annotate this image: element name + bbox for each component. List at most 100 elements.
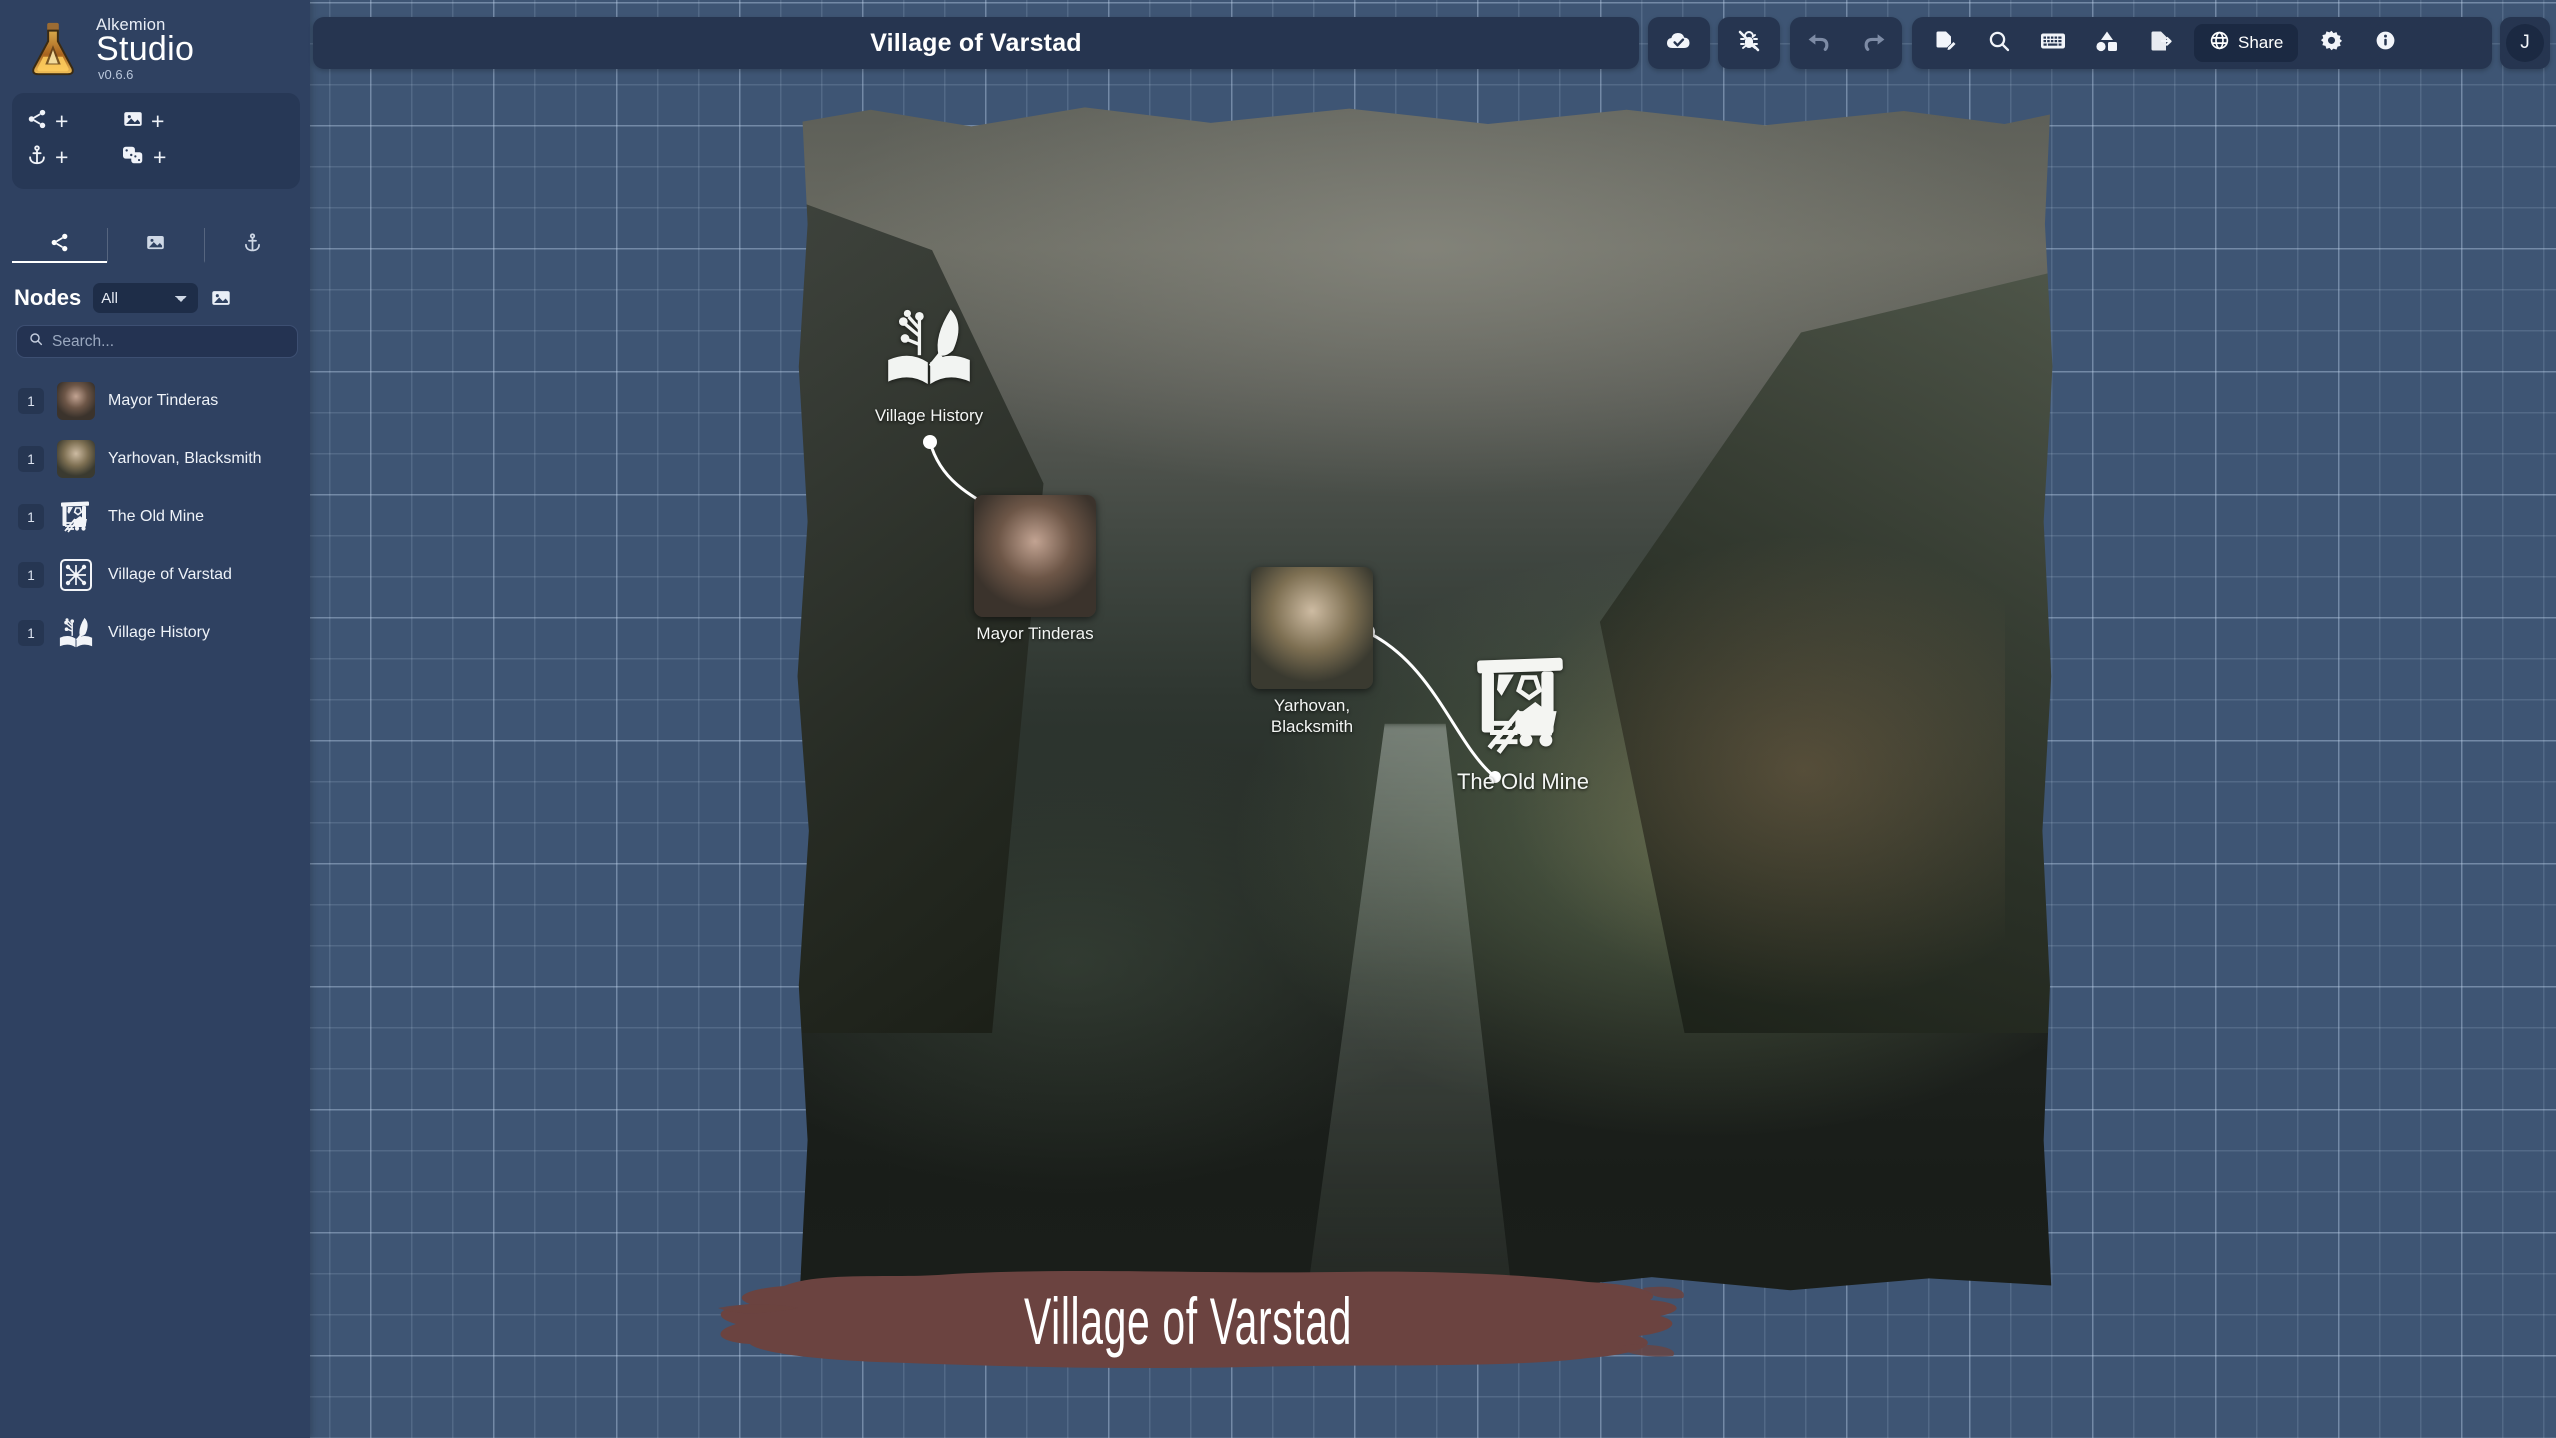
undo-icon [1806,28,1831,58]
map-node-label: Village History [874,406,984,425]
cloud-check-icon [1666,29,1692,58]
share-button[interactable]: Share [2194,24,2299,62]
image-icon [122,108,144,135]
toolbar-group-main: Share [1912,17,2492,69]
node-count-badge: 1 [18,504,44,530]
anchor-icon [26,144,48,171]
undo-button[interactable] [1790,17,1846,69]
list-item[interactable]: 1 Yarhovan, Blacksmith [0,430,310,488]
quick-add-image-plus: + [151,107,165,134]
mine-icon [57,498,95,536]
map-node-village-history[interactable]: Village History [839,302,1019,427]
quick-add-dice-button[interactable]: + [122,139,218,175]
alchemy-flask-icon [22,18,84,80]
graph-canvas[interactable]: Village History Mayor Tinderas Yarhovan,… [310,70,2556,1438]
nodes-header: Nodes All [14,281,300,315]
list-item[interactable]: 1 Village History [0,604,310,662]
portrait-mayor-icon [57,382,95,420]
tab-anchors[interactable] [203,228,300,263]
document-title: Village of Varstad [870,28,1082,57]
node-label: Village of Varstad [108,566,232,583]
quick-add-node-plus: + [55,107,69,134]
settings-button[interactable] [2304,17,2358,69]
node-list: 1 Mayor Tinderas 1 Yarhovan, Blacksmith … [0,372,310,662]
node-count-badge: 1 [18,620,44,646]
node-count-badge: 1 [18,446,44,472]
file-edit-icon [1933,29,1957,58]
portrait-blacksmith-icon [1251,567,1373,689]
globe-icon [2209,30,2230,56]
toolbar-group-cloud [1648,17,1710,69]
node-label: Village History [108,624,210,641]
share-button-label: Share [2238,33,2284,52]
bug-off-icon [1737,29,1761,58]
map-title-banner: Village of Varstad [688,1258,1688,1383]
edit-document-button[interactable] [1918,17,1972,69]
quick-add-node-button[interactable]: + [26,103,122,139]
quick-add-panel: + + + + [12,93,300,189]
list-item[interactable]: 1 The Old Mine [0,488,310,546]
map-node-old-mine[interactable]: The Old Mine [1423,653,1623,796]
portrait-mayor-icon [974,495,1096,617]
node-count-badge: 1 [18,388,44,414]
map-node-label: Mayor Tinderas [976,624,1094,643]
app-root: Alkemion Studio v0.6.6 + + + + Nodes All… [0,0,2556,1438]
save-status-button[interactable] [1648,17,1710,69]
map-node-label: The Old Mine [1456,769,1590,794]
book-quill-icon [881,302,977,399]
keyboard-icon [2040,30,2066,57]
toolbar-group-debug [1718,17,1780,69]
quick-add-image-button[interactable]: + [122,103,218,139]
info-icon [2374,29,2397,57]
list-item[interactable]: 1 Mayor Tinderas [0,372,310,430]
anchor-icon [242,232,263,258]
shapes-icon [2095,30,2119,57]
quick-add-anchor-button[interactable]: + [26,139,122,175]
quick-add-anchor-plus: + [55,143,69,170]
left-sidebar: Alkemion Studio v0.6.6 + + + + Nodes All… [0,0,310,1438]
node-label: Yarhovan, Blacksmith [108,450,262,467]
page-title: Nodes [14,285,82,310]
keyboard-shortcuts-button[interactable] [2026,17,2080,69]
redo-icon [1862,28,1887,58]
dice-icon [122,144,146,171]
app-version: v0.6.6 [98,67,134,83]
map-node-label: Yarhovan, Blacksmith [1270,696,1354,736]
graph-square-icon [57,556,95,594]
export-button[interactable] [2134,17,2188,69]
sidebar-tabs [12,228,300,263]
share-nodes-icon [49,232,70,258]
image-icon [145,232,166,258]
tab-nodes[interactable] [12,228,108,263]
search-icon [28,331,44,352]
node-filter-select[interactable]: All [93,283,199,313]
list-item[interactable]: 1 Village of Varstad [0,546,310,604]
map-card[interactable]: Village History Mayor Tinderas Yarhovan,… [795,105,2055,1295]
toolbar-group-avatar: J [2500,17,2550,69]
portrait-blacksmith-icon [57,440,95,478]
export-icon [2149,29,2173,58]
redo-button[interactable] [1846,17,1902,69]
document-titlebar[interactable]: Village of Varstad [313,17,1639,69]
brand-name-main: Studio [96,30,195,69]
search-button[interactable] [1972,17,2026,69]
gallery-toggle-button[interactable] [210,287,232,309]
toolbar-group-history [1790,17,1902,69]
info-button[interactable] [2358,17,2412,69]
search-box[interactable] [16,325,298,358]
node-label: Mayor Tinderas [108,392,219,409]
map-node-mayor-tinderas[interactable]: Mayor Tinderas [945,495,1125,645]
map-node-yarhovan[interactable]: Yarhovan, Blacksmith [1237,567,1387,737]
search-input[interactable] [52,332,286,351]
share-nodes-icon [26,108,48,135]
node-label: The Old Mine [108,508,205,525]
debug-toggle-button[interactable] [1718,17,1780,69]
shapes-button[interactable] [2080,17,2134,69]
brand-header: Alkemion Studio v0.6.6 [0,0,310,92]
tab-images[interactable] [107,228,203,263]
book-quill-icon [57,614,95,652]
mine-icon [1468,653,1578,762]
brand-text: Alkemion Studio v0.6.6 [96,17,194,82]
search-icon [1987,29,2011,58]
avatar[interactable]: J [2506,24,2544,62]
